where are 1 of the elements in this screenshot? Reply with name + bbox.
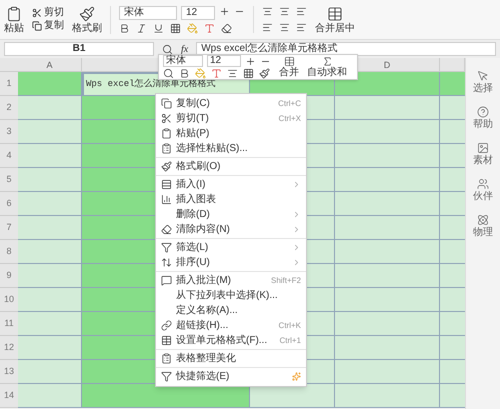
fx-label: fx xyxy=(181,42,188,55)
